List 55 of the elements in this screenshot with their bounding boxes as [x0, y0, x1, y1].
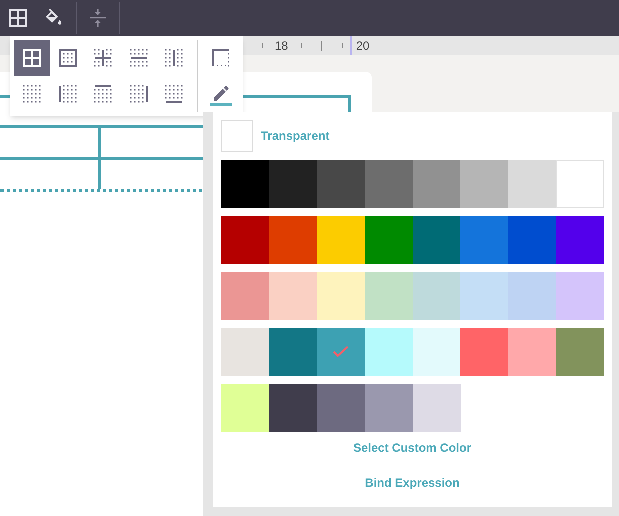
color-swatch[interactable]	[460, 328, 508, 376]
color-swatch[interactable]	[316, 384, 365, 432]
color-swatch[interactable]	[268, 384, 317, 432]
none-border-icon	[23, 85, 41, 103]
color-swatch[interactable]	[268, 160, 317, 208]
top-border-icon	[94, 85, 112, 103]
color-swatch[interactable]	[412, 384, 460, 432]
color-swatch[interactable]	[508, 272, 556, 320]
vertical-border-icon	[165, 49, 184, 67]
color-swatch[interactable]	[268, 328, 317, 376]
check-icon	[332, 346, 349, 358]
color-swatch[interactable]	[364, 272, 413, 320]
color-swatch[interactable]	[460, 272, 508, 320]
color-swatch[interactable]	[508, 328, 556, 376]
color-swatch[interactable]	[364, 384, 413, 432]
color-swatch[interactable]	[316, 328, 365, 376]
color-swatch[interactable]	[316, 160, 365, 208]
color-swatch[interactable]	[412, 328, 460, 376]
color-swatch[interactable]	[364, 160, 413, 208]
border-option[interactable]	[14, 40, 50, 76]
color-swatch[interactable]	[221, 216, 269, 264]
color-swatch[interactable]	[412, 216, 460, 264]
color-swatch[interactable]	[412, 160, 460, 208]
transparent-label[interactable]: Transparent	[261, 127, 330, 145]
outside-border-icon	[58, 49, 77, 67]
color-swatch[interactable]	[221, 160, 269, 208]
left-border-icon	[58, 85, 77, 103]
color-swatch[interactable]	[556, 160, 604, 208]
color-action-link[interactable]: Select Custom Color	[345, 432, 480, 464]
ruler-label: 20	[356, 38, 370, 54]
color-swatch[interactable]	[268, 272, 317, 320]
color-swatch[interactable]	[556, 272, 604, 320]
color-swatch[interactable]	[508, 160, 556, 208]
inside-border-icon	[94, 49, 112, 67]
horizontal-border-icon	[130, 49, 148, 67]
color-swatch[interactable]	[364, 216, 413, 264]
color-swatch[interactable]	[221, 272, 269, 320]
right-border-icon	[130, 85, 148, 103]
ruler-label: 18	[275, 38, 288, 54]
transparent-swatch[interactable]	[221, 120, 253, 152]
color-swatch[interactable]	[221, 328, 269, 376]
color-swatch[interactable]	[508, 216, 556, 264]
bottom-border-icon	[165, 85, 184, 103]
color-swatch[interactable]	[460, 160, 508, 208]
color-action-link[interactable]: Bind Expression	[357, 467, 468, 499]
color-swatch[interactable]	[316, 216, 365, 264]
color-swatch[interactable]	[268, 216, 317, 264]
color-swatch[interactable]	[460, 216, 508, 264]
color-swatch[interactable]	[316, 272, 365, 320]
all-border-icon	[23, 49, 41, 67]
color-swatch[interactable]	[556, 328, 604, 376]
color-swatch[interactable]	[364, 328, 413, 376]
color-swatch[interactable]	[556, 216, 604, 264]
color-swatch[interactable]	[221, 384, 269, 432]
color-swatch[interactable]	[412, 272, 460, 320]
